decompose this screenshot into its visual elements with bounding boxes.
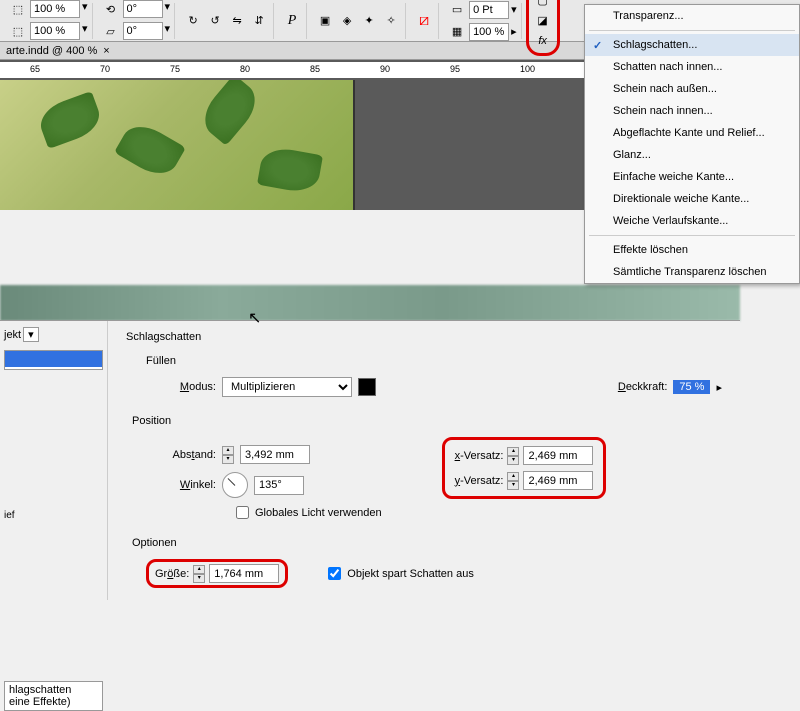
- size-label: Größe:: [155, 568, 189, 580]
- size-spinner[interactable]: ▴▾: [193, 565, 205, 583]
- menu-innershadow[interactable]: Schatten nach innen...: [585, 56, 799, 78]
- zoom3-input[interactable]: [469, 23, 509, 41]
- global-light-checkbox[interactable]: [236, 506, 249, 519]
- menu-feather-basic[interactable]: Einfache weiche Kante...: [585, 166, 799, 188]
- menu-innerglow[interactable]: Schein nach innen...: [585, 100, 799, 122]
- angle2-input[interactable]: [123, 22, 163, 40]
- rotate-ccw-icon[interactable]: ↺: [205, 11, 225, 31]
- position-section-label: Position: [132, 415, 722, 427]
- opacity-label: Deckkraft:: [618, 381, 668, 393]
- distance-input[interactable]: [240, 445, 310, 464]
- rotate-icon[interactable]: ⟲: [101, 0, 121, 20]
- zoom1-input[interactable]: [30, 0, 80, 18]
- opacity-icon[interactable]: ▦: [447, 22, 467, 42]
- angle-input[interactable]: [254, 476, 304, 495]
- effects-list-secondary[interactable]: hlagschatten eine Effekte): [4, 681, 103, 711]
- dialog-sidebar: jekt ▾ ief hlagschatten eine Effekte): [0, 321, 108, 600]
- dropshadow-icon[interactable]: ◪: [533, 11, 553, 31]
- rotate-cw-icon[interactable]: ↻: [183, 11, 203, 31]
- zoom2-input[interactable]: [30, 22, 80, 40]
- dropdown-icon[interactable]: ▾: [82, 22, 88, 42]
- dialog-title: Schlagschatten: [126, 331, 722, 343]
- xoffset-label: x-Versatz:: [455, 450, 504, 462]
- select-content-icon[interactable]: ◈: [337, 11, 357, 31]
- xoffset-spinner[interactable]: ▴▾: [507, 447, 519, 465]
- menu-feather-directional[interactable]: Direktionale weiche Kante...: [585, 188, 799, 210]
- angle-dial[interactable]: [222, 472, 248, 498]
- yoffset-label: y-Versatz:: [455, 475, 504, 487]
- menu-bevel[interactable]: Abgeflachte Kante und Relief...: [585, 122, 799, 144]
- side-label: ief: [4, 510, 103, 521]
- menu-dropshadow[interactable]: Schlagschatten...: [585, 34, 799, 56]
- effects-dialog: jekt ▾ ief hlagschatten eine Effekte) Sc…: [0, 320, 740, 600]
- stroke-input[interactable]: [469, 1, 509, 19]
- knockout-label: Objekt spart Schatten aus: [347, 568, 474, 580]
- mirror-icon[interactable]: ⇵: [249, 11, 269, 31]
- angle-label: Winkel:: [156, 479, 216, 491]
- opacity-value[interactable]: 75 %: [673, 380, 710, 394]
- dropdown-icon[interactable]: ▾: [165, 0, 171, 20]
- no-fill-icon[interactable]: ⧄: [414, 11, 434, 31]
- flip-h-icon[interactable]: ⬚: [8, 0, 28, 20]
- menu-outerglow[interactable]: Schein nach außen...: [585, 78, 799, 100]
- distance-spinner[interactable]: ▴▾: [222, 446, 234, 464]
- tool-icon[interactable]: ✧: [381, 11, 401, 31]
- select-container-icon[interactable]: ▣: [315, 11, 335, 31]
- effects-list[interactable]: [4, 350, 103, 370]
- dialog-titlebar-blur: [0, 285, 740, 321]
- cursor-icon: ↖: [248, 308, 261, 328]
- dropdown-icon[interactable]: ▾: [82, 0, 88, 20]
- opacity-arrow-icon[interactable]: ▸: [716, 381, 722, 394]
- yoffset-input[interactable]: [523, 471, 593, 490]
- distance-label: Abstand:: [156, 449, 216, 461]
- angle1-input[interactable]: [123, 0, 163, 18]
- options-section-label: Optionen: [132, 537, 722, 549]
- placed-image[interactable]: [0, 80, 355, 210]
- paragraph-icon[interactable]: P: [282, 11, 302, 31]
- fill-section-label: Füllen: [146, 355, 722, 367]
- quick-apply-icon[interactable]: ▢: [533, 0, 553, 11]
- mode-label: Modus:: [156, 381, 216, 393]
- menu-feather-gradient[interactable]: Weiche Verlaufskante...: [585, 210, 799, 232]
- flip-v-icon[interactable]: ⬚: [8, 22, 28, 42]
- menu-clear-transparency[interactable]: Sämtliche Transparenz löschen: [585, 261, 799, 283]
- list-item-selected[interactable]: [5, 351, 102, 367]
- shear-icon[interactable]: ▱: [101, 22, 121, 42]
- dialog-main-panel: Schlagschatten Füllen Modus: Multiplizie…: [108, 321, 740, 600]
- yoffset-spinner[interactable]: ▴▾: [507, 472, 519, 490]
- global-light-label: Globales Licht verwenden: [255, 507, 382, 519]
- flip-icon[interactable]: ⇋: [227, 11, 247, 31]
- stroke-icon[interactable]: ▭: [447, 0, 467, 20]
- fx-buttons-highlight: ▢ ◪ fx: [526, 0, 560, 56]
- effects-context-menu: Transparenz... Schlagschatten... Schatte…: [584, 4, 800, 284]
- size-input[interactable]: [209, 564, 279, 583]
- tool-icon[interactable]: ✦: [359, 11, 379, 31]
- offset-highlight: x-Versatz: ▴▾ y-Versatz: ▴▾: [442, 437, 607, 499]
- knockout-checkbox[interactable]: [328, 567, 341, 580]
- mode-select[interactable]: Multiplizieren: [222, 377, 352, 397]
- dropdown-icon[interactable]: ▾: [511, 3, 517, 16]
- menu-transparency[interactable]: Transparenz...: [585, 5, 799, 27]
- menu-clear-effects[interactable]: Effekte löschen: [585, 239, 799, 261]
- shadow-color-swatch[interactable]: [358, 378, 376, 396]
- target-select-label: jekt: [4, 329, 21, 341]
- menu-satin[interactable]: Glanz...: [585, 144, 799, 166]
- dropdown-icon[interactable]: ▾: [165, 22, 171, 42]
- fx-icon[interactable]: fx: [533, 31, 553, 51]
- xoffset-input[interactable]: [523, 446, 593, 465]
- size-highlight: Größe: ▴▾: [146, 559, 288, 588]
- target-select[interactable]: ▾: [23, 327, 39, 342]
